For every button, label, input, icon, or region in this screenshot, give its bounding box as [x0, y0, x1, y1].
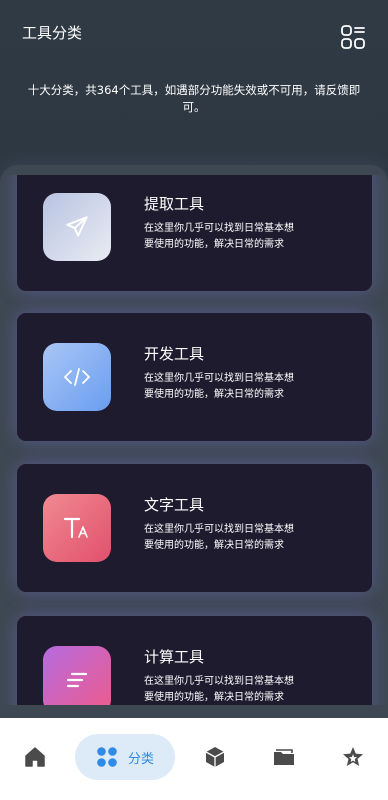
- apps-icon: [97, 747, 117, 767]
- category-card[interactable]: 计算工具 在这里你几乎可以找到日常基本想要使用的功能，解决日常的需求: [17, 616, 372, 705]
- category-name: 计算工具: [144, 648, 205, 666]
- category-name: 开发工具: [144, 345, 205, 363]
- cube-icon: [205, 747, 225, 767]
- tab-category[interactable]: 分类: [75, 734, 175, 780]
- bottom-tab-bar: 分类: [0, 718, 388, 800]
- category-card[interactable]: 开发工具 在这里你几乎可以找到日常基本想要使用的功能，解决日常的需求: [17, 313, 372, 441]
- category-card[interactable]: 提取工具 在这里你几乎可以找到日常基本想要使用的功能，解决日常的需求: [17, 175, 372, 291]
- tab-cube[interactable]: [190, 734, 240, 780]
- intro-text: 十大分类，共364个工具，如遇部分功能失效或不可用，请反馈即可。: [27, 83, 361, 114]
- category-desc: 在这里你几乎可以找到日常基本想要使用的功能，解决日常的需求: [144, 223, 294, 250]
- grid-icon[interactable]: [340, 24, 366, 50]
- text-size-icon: [63, 517, 88, 539]
- star-icon: [343, 747, 363, 766]
- code-icon: [64, 368, 90, 386]
- tab-favorites[interactable]: [328, 734, 378, 780]
- category-desc: 在这里你几乎可以找到日常基本想要使用的功能，解决日常的需求: [144, 373, 294, 400]
- category-desc: 在这里你几乎可以找到日常基本想要使用的功能，解决日常的需求: [144, 524, 294, 551]
- category-card[interactable]: 文字工具 在这里你几乎可以找到日常基本想要使用的功能，解决日常的需求: [17, 464, 372, 592]
- category-icon-box: [43, 193, 111, 261]
- category-icon-box: [43, 494, 111, 562]
- category-name: 文字工具: [144, 496, 205, 514]
- category-list[interactable]: 提取工具 在这里你几乎可以找到日常基本想要使用的功能，解决日常的需求 开发工具 …: [0, 175, 388, 705]
- category-name: 提取工具: [144, 195, 205, 213]
- tab-home[interactable]: [10, 734, 60, 780]
- tab-category-label: 分类: [127, 751, 154, 767]
- category-desc: 在这里你几乎可以找到日常基本想要使用的功能，解决日常的需求: [144, 676, 294, 703]
- app-header: 工具分类: [0, 0, 388, 70]
- category-icon-box: [43, 646, 111, 705]
- lines-icon: [66, 672, 88, 688]
- page-title: 工具分类: [22, 24, 83, 42]
- category-icon-box: [43, 343, 111, 411]
- folder-icon: [274, 749, 294, 765]
- tab-folder[interactable]: [259, 734, 309, 780]
- send-icon: [66, 216, 88, 237]
- home-icon: [25, 747, 45, 767]
